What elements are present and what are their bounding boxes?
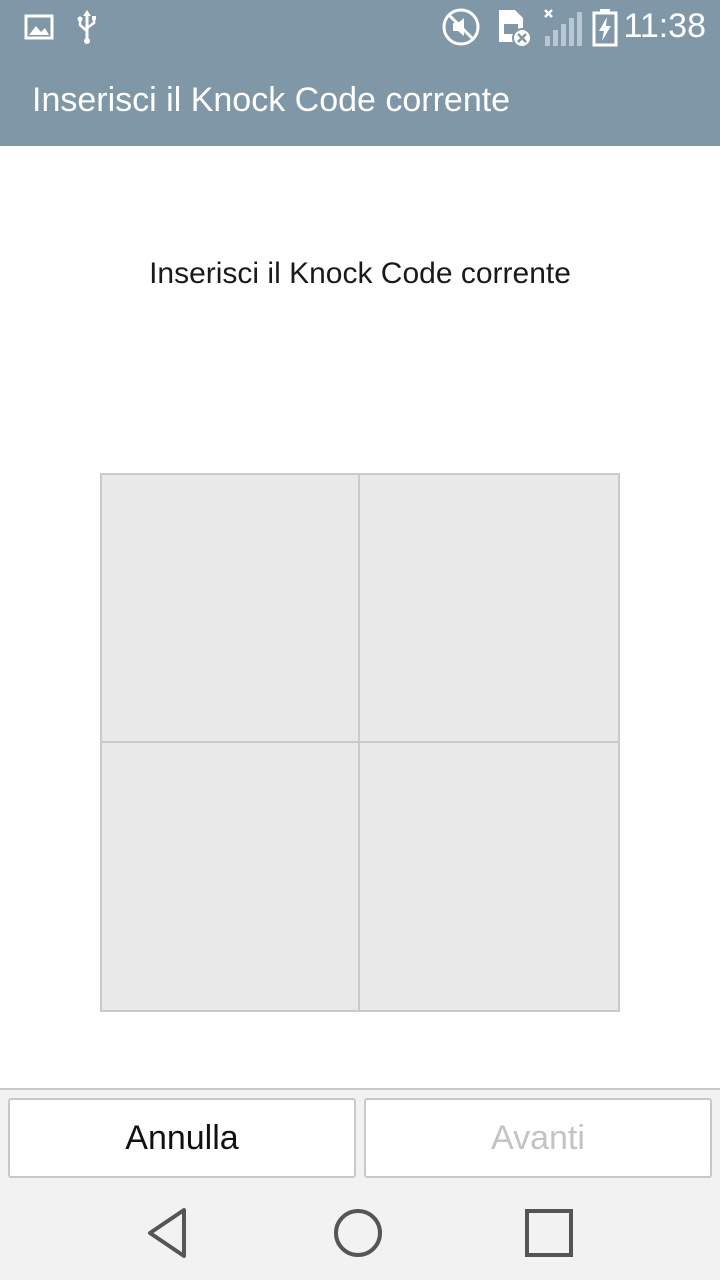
knock-code-instruction: Inserisci il Knock Code corrente <box>149 257 571 290</box>
knock-code-pad[interactable] <box>100 473 620 1012</box>
knock-zone-bottom-left[interactable] <box>102 743 360 1010</box>
mute-icon <box>440 0 482 54</box>
navigation-bar <box>0 1184 720 1280</box>
next-button[interactable]: Avanti <box>364 1098 712 1178</box>
knock-zone-top-left[interactable] <box>102 475 360 743</box>
battery-charging-icon <box>590 0 620 54</box>
image-icon <box>22 0 56 54</box>
knock-zone-bottom-right[interactable] <box>360 743 618 1010</box>
app-header: 11:38 Inserisci il Knock Code corrente <box>0 0 720 146</box>
status-time: 11:38 <box>623 7 706 45</box>
recent-apps-icon[interactable] <box>514 1198 584 1268</box>
usb-icon <box>72 0 102 54</box>
home-icon[interactable] <box>323 1198 393 1268</box>
sim-error-icon <box>492 0 534 54</box>
signal-icon <box>540 0 584 54</box>
status-bar: 11:38 <box>0 0 720 54</box>
cancel-button[interactable]: Annulla <box>8 1098 356 1178</box>
knock-zone-top-right[interactable] <box>360 475 618 743</box>
page-title: Inserisci il Knock Code corrente <box>32 81 511 119</box>
action-bar: Annulla Avanti <box>0 1088 720 1184</box>
back-icon[interactable] <box>134 1198 204 1268</box>
